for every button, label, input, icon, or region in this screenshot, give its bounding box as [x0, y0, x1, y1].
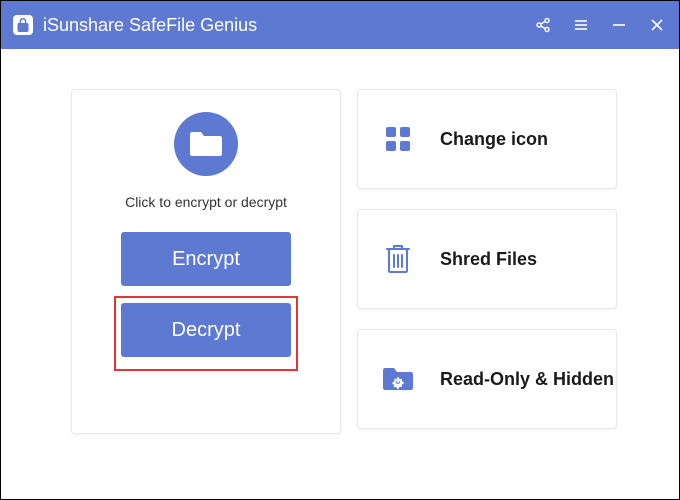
read-only-hidden-card[interactable]: Read-Only & Hidden	[357, 329, 617, 429]
encrypt-decrypt-panel: Click to encrypt or decrypt Encrypt Decr…	[71, 89, 341, 434]
change-icon-card[interactable]: Change icon	[357, 89, 617, 189]
app-lock-icon	[13, 15, 33, 35]
minimize-button[interactable]	[611, 17, 627, 33]
decrypt-button[interactable]: Decrypt	[121, 303, 291, 357]
change-icon-label: Change icon	[440, 128, 548, 151]
shred-files-card[interactable]: Shred Files	[357, 209, 617, 309]
close-button[interactable]	[649, 17, 665, 33]
read-only-hidden-label: Read-Only & Hidden	[440, 368, 614, 391]
folder-gear-icon	[382, 363, 414, 395]
window-controls	[535, 17, 665, 33]
encrypt-button[interactable]: Encrypt	[121, 232, 291, 286]
trash-icon	[382, 243, 414, 275]
encrypt-decrypt-hint: Click to encrypt or decrypt	[125, 194, 287, 210]
folder-icon	[174, 112, 238, 176]
grid-icon	[382, 123, 414, 155]
share-icon[interactable]	[535, 17, 551, 33]
shred-files-label: Shred Files	[440, 248, 537, 271]
decrypt-highlight-box: Decrypt	[114, 296, 298, 371]
feature-column: Change icon Shred Files Read-Only & Hidd…	[357, 89, 617, 434]
menu-icon[interactable]	[573, 17, 589, 33]
titlebar: iSunshare SafeFile Genius	[1, 1, 679, 49]
content-area: Click to encrypt or decrypt Encrypt Decr…	[1, 49, 679, 464]
app-title: iSunshare SafeFile Genius	[43, 15, 535, 36]
